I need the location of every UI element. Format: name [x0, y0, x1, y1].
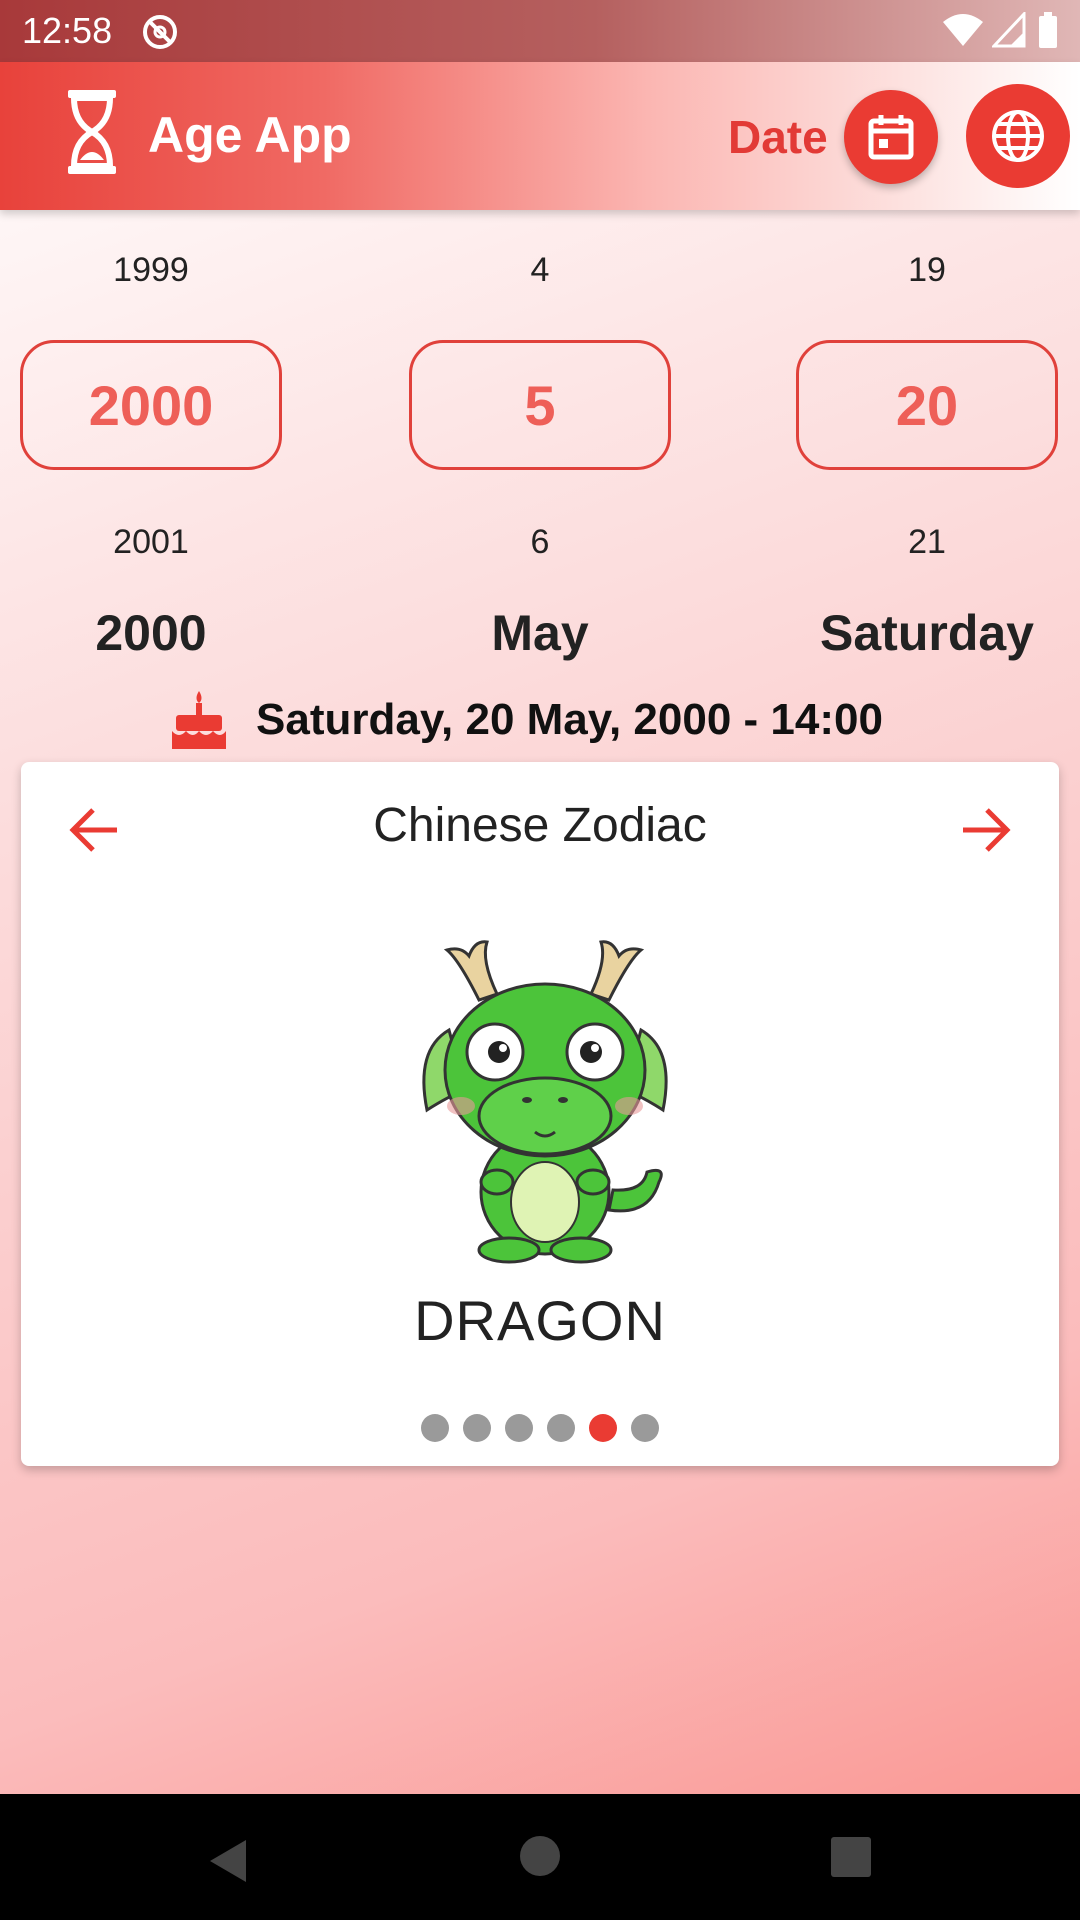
back-icon[interactable]: [204, 1836, 254, 1886]
day-next-value[interactable]: 21: [796, 512, 1058, 572]
wifi-icon: [943, 14, 983, 46]
globe-icon: [992, 110, 1044, 162]
selected-month-label: May: [491, 605, 589, 661]
card-title: Chinese Zodiac: [373, 799, 707, 852]
selected-weekday-label: Saturday: [820, 605, 1034, 661]
page-dot[interactable]: [505, 1414, 533, 1442]
day-prev-value[interactable]: 19: [796, 240, 1058, 300]
day-selected-value[interactable]: 20: [796, 340, 1058, 470]
cake-icon: [172, 691, 226, 749]
sync-icon: [143, 15, 177, 49]
birth-datetime-row: Saturday, 20 May, 2000 - 14:00: [170, 682, 883, 758]
battery-icon: [1039, 12, 1057, 48]
page-dot[interactable]: [463, 1414, 491, 1442]
page-indicator: [21, 1414, 1059, 1442]
home-icon[interactable]: [518, 1834, 562, 1878]
status-bar: 12:58: [0, 0, 1080, 62]
year-selected-value[interactable]: 2000: [20, 340, 282, 470]
month-prev-value[interactable]: 4: [409, 240, 671, 300]
selected-year-label: 2000: [95, 605, 207, 661]
month-picker[interactable]: 4 5 6: [409, 240, 671, 572]
zodiac-name: DRAGON: [414, 1289, 666, 1352]
signal-icon: [992, 12, 1026, 48]
calendar-icon: [868, 115, 914, 160]
app-bar: Age App Date: [0, 62, 1080, 210]
dragon-illustration: [422, 940, 668, 1264]
navigation-bar: [0, 1794, 1080, 1920]
date-picker-button[interactable]: [844, 90, 938, 184]
month-selected-value[interactable]: 5: [409, 340, 671, 470]
month-next-value[interactable]: 6: [409, 512, 671, 572]
year-next-value[interactable]: 2001: [20, 512, 282, 572]
year-picker[interactable]: 1999 2000 2001: [20, 240, 282, 572]
arrow-right-icon[interactable]: [959, 804, 1011, 856]
day-picker[interactable]: 19 20 21: [796, 240, 1058, 572]
zodiac-card: Chinese Zodiac DRAGON: [21, 762, 1059, 1466]
app-title: Age App: [148, 107, 352, 163]
recent-apps-icon[interactable]: [830, 1836, 872, 1878]
date-label[interactable]: Date: [728, 110, 828, 164]
hourglass-icon: [68, 90, 116, 174]
birth-datetime-text: Saturday, 20 May, 2000 - 14:00: [256, 695, 883, 744]
page-dot[interactable]: [547, 1414, 575, 1442]
page-dot-active[interactable]: [589, 1414, 617, 1442]
language-button[interactable]: [966, 84, 1070, 188]
status-time: 12:58: [22, 10, 113, 51]
year-prev-value[interactable]: 1999: [20, 240, 282, 300]
page-dot[interactable]: [631, 1414, 659, 1442]
page-dot[interactable]: [421, 1414, 449, 1442]
